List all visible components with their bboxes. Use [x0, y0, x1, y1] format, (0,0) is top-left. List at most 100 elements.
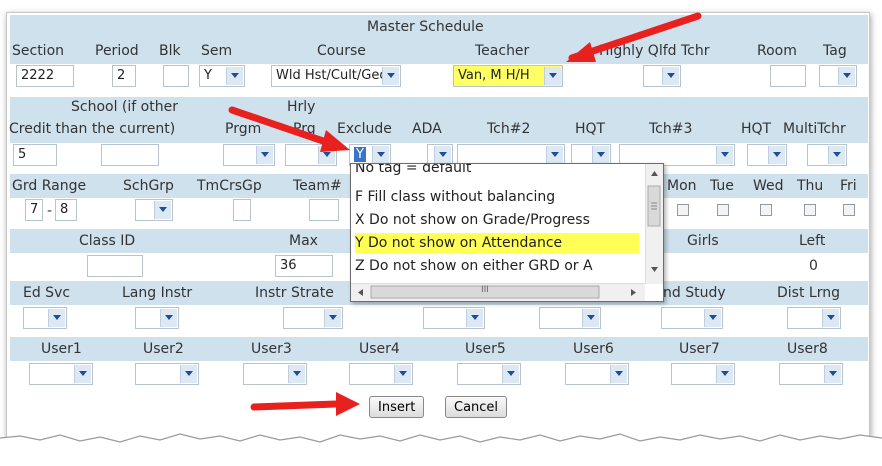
teacher-select[interactable]: Van, M H/H [453, 65, 563, 87]
label-section: Section [12, 43, 65, 59]
sem-select[interactable]: Y [199, 65, 245, 87]
label-user7: User7 [679, 341, 720, 357]
tag-select[interactable] [819, 65, 857, 87]
dropdown-option-x[interactable]: X Do not show on Grade/Progress [355, 210, 590, 230]
mon-checkbox[interactable] [677, 204, 689, 216]
user3-select[interactable] [243, 363, 307, 385]
label-prgm: Prgm [225, 121, 262, 137]
wed-checkbox[interactable] [760, 204, 772, 216]
user2-select[interactable] [135, 363, 199, 385]
chevron-down-icon [434, 146, 451, 164]
label-hrly: Hrly [287, 99, 316, 115]
exclude-dropdown-list[interactable]: No tag = default F Fill class without ba… [350, 163, 664, 302]
teacher-value: Van, M H/H [458, 68, 530, 83]
label-hqt: HQT [575, 121, 606, 137]
scroll-thumb-mark: III [481, 285, 489, 295]
tue-checkbox[interactable] [717, 204, 729, 216]
user4-select[interactable] [349, 363, 413, 385]
dropdown-option-y[interactable]: Y Do not show on Attendance [355, 233, 639, 253]
instr-strategy-select[interactable] [283, 307, 343, 329]
team-input[interactable] [309, 199, 339, 221]
user1-select[interactable] [29, 363, 93, 385]
cancel-button[interactable]: Cancel [445, 396, 508, 418]
label-user4: User4 [359, 341, 400, 357]
label-tch2: Tch#2 [487, 121, 531, 137]
grd-to-input[interactable]: 8 [55, 199, 77, 221]
chevron-down-icon [610, 365, 627, 383]
dropdown-vertical-scrollbar[interactable] [645, 164, 663, 284]
chevron-down-icon [48, 309, 65, 327]
highly-qualified-select[interactable] [643, 65, 681, 87]
tmcrsgp-input[interactable] [233, 199, 251, 221]
fri-checkbox[interactable] [843, 204, 855, 216]
ed-svc-select[interactable] [23, 307, 67, 329]
label-sem: Sem [201, 43, 233, 59]
prgm-select[interactable] [223, 144, 275, 166]
dropdown-option-f[interactable]: F Fill class without balancing [355, 187, 555, 207]
multitchr-select[interactable] [807, 144, 847, 166]
chevron-down-icon [662, 67, 679, 85]
label-user2: User2 [143, 341, 184, 357]
col5-select[interactable] [423, 307, 485, 329]
hqt-2-select[interactable] [747, 144, 787, 166]
label-ada: ADA [412, 121, 442, 137]
user7-select[interactable] [671, 363, 735, 385]
hrly-prg-select[interactable] [285, 144, 337, 166]
user5-select[interactable] [457, 363, 521, 385]
room-input[interactable] [770, 65, 806, 87]
label-ed-svc: Ed Svc [23, 285, 71, 301]
chevron-down-icon [74, 365, 91, 383]
chevron-down-icon [318, 146, 335, 164]
thu-checkbox[interactable] [804, 204, 816, 216]
chevron-down-icon [180, 365, 197, 383]
chevron-down-icon [546, 146, 563, 164]
max-input[interactable]: 36 [275, 255, 333, 277]
credit-input[interactable]: 5 [13, 144, 57, 166]
school-input[interactable] [101, 144, 159, 166]
chevron-down-icon [582, 309, 599, 327]
label-class-id: Class ID [79, 233, 136, 249]
label-prg: Prg [293, 121, 316, 137]
period-input[interactable]: 2 [112, 65, 136, 87]
label-hqt-2: HQT [741, 121, 772, 137]
sem-value: Y [204, 68, 212, 83]
chevron-down-icon [716, 146, 733, 164]
section-input[interactable]: 2222 [16, 65, 74, 87]
horizontal-scrollbar-graphic [358, 285, 636, 299]
dropdown-option-z[interactable]: Z Do not show on either GRD or A [355, 256, 593, 276]
chevron-down-icon [466, 309, 483, 327]
insert-button[interactable]: Insert [369, 396, 425, 418]
label-ind-study: nd Study [663, 285, 726, 301]
col6-select[interactable] [539, 307, 601, 329]
label-tue: Tue [710, 178, 734, 194]
chevron-down-icon [828, 146, 845, 164]
label-lang-instr: Lang Instr [122, 285, 193, 301]
label-tmcrsgp: TmCrsGp [197, 178, 262, 194]
label-multitchr: MultiTchr [783, 121, 846, 137]
grd-from-input[interactable]: 7 [25, 199, 43, 221]
label-teacher: Teacher [475, 43, 530, 59]
lang-instr-select[interactable] [135, 307, 179, 329]
label-thu: Thu [797, 178, 824, 194]
dropdown-option-default[interactable]: No tag = default [355, 164, 471, 178]
course-select[interactable]: Wld Hst/Cult/Geo [271, 65, 401, 87]
label-user3: User3 [251, 341, 292, 357]
label-user1: User1 [41, 341, 82, 357]
dist-lrng-select[interactable] [787, 307, 841, 329]
course-value: Wld Hst/Cult/Geo [276, 68, 388, 83]
schgrp-select[interactable] [135, 199, 173, 221]
chevron-down-icon [544, 67, 561, 85]
user8-select[interactable] [779, 363, 843, 385]
dropdown-horizontal-scrollbar[interactable]: III [351, 283, 645, 301]
user6-select[interactable] [565, 363, 629, 385]
label-grd-range: Grd Range [12, 178, 87, 194]
chevron-down-icon [838, 67, 855, 85]
class-id-input[interactable] [87, 255, 143, 277]
label-school-if-other: School (if other [71, 99, 178, 115]
label-tch3: Tch#3 [649, 121, 693, 137]
blk-input[interactable] [163, 65, 189, 87]
ind-study-select[interactable] [661, 307, 723, 329]
label-max: Max [289, 233, 318, 249]
chevron-down-icon [160, 309, 177, 327]
torn-edge-decoration [0, 433, 882, 466]
